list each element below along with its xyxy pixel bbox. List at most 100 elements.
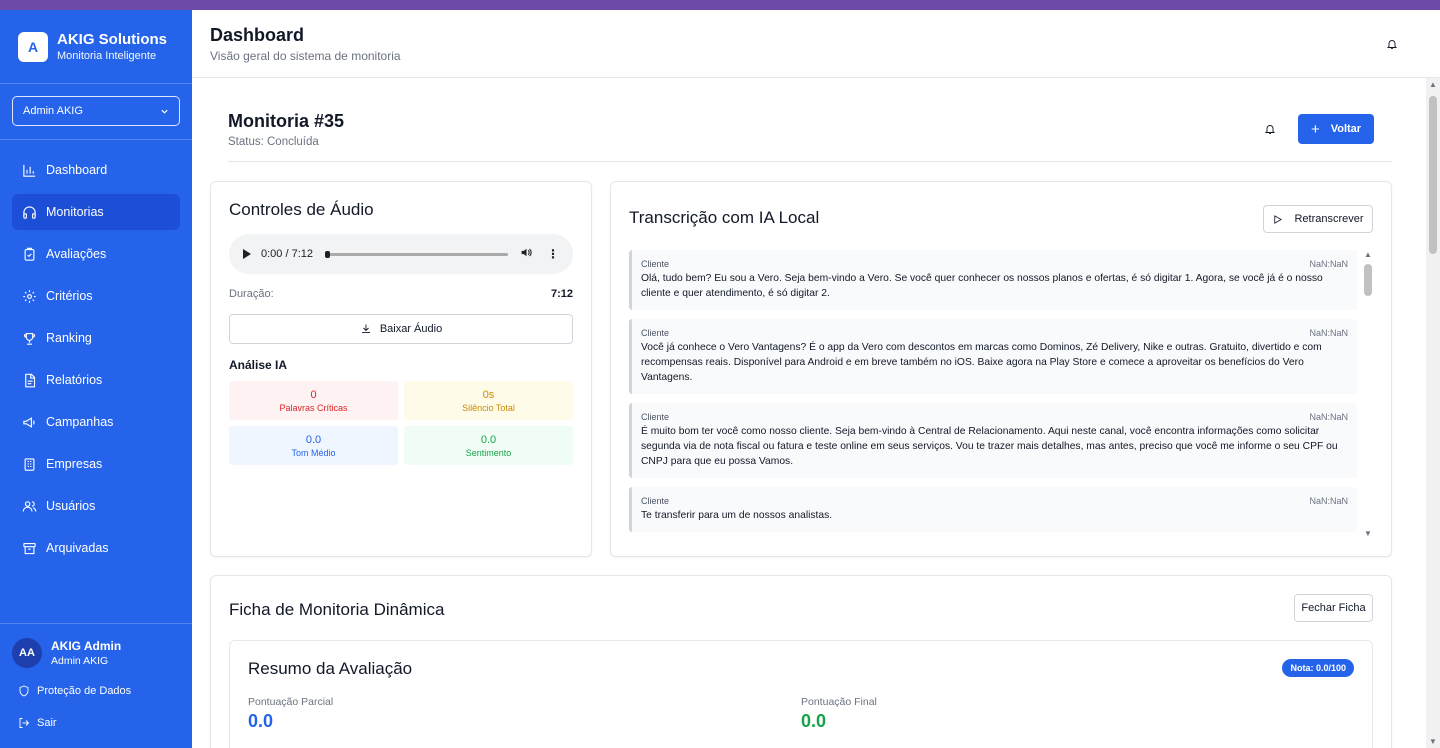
message-time: NaN:NaN [1309,496,1348,506]
logout-link[interactable]: Sair [12,712,180,734]
sidebar: A AKIG Solutions Monitoria Inteligente A… [0,10,192,748]
page-title: Dashboard [210,25,305,45]
audio-controls-card: Controles de Áudio 0:00 / 7:12 ⋮ Duração… [210,181,592,557]
message-text: É muito bom ter você como nosso cliente.… [641,426,1338,467]
duration-value: 7:12 [550,288,573,300]
final-score-label: Pontuação Final [801,696,877,708]
user-select[interactable]: Admin AKIG [12,96,180,126]
scroll-down-icon[interactable]: ▼ [1429,737,1437,746]
transcription-card: Transcrição com IA Local Retranscrever C… [610,181,1392,557]
plus-icon: + [1310,120,1320,138]
sidebar-nav: Dashboard Monitorias Avaliações Critério… [0,140,192,566]
metric-label: Sentimento [465,447,512,458]
monitoring-form-card: Ficha de Monitoria Dinâmica Fechar Ficha… [210,575,1392,748]
sidebar-item-arquivadas[interactable]: Arquivadas [12,530,180,566]
transcription-list[interactable]: Cliente NaN:NaN Olá, tudo bem? Eu sou a … [629,250,1375,538]
sidebar-item-label: Critérios [46,289,93,303]
ai-analysis-title: Análise IA [229,358,288,372]
brand-logo[interactable]: A [18,31,48,62]
message-time: NaN:NaN [1309,328,1348,338]
final-score: Pontuação Final 0.0 [801,696,1354,732]
partial-score: Pontuação Parcial 0.0 [248,696,801,732]
more-options-icon[interactable]: ⋮ [547,247,559,261]
monitoria-notifications-button[interactable] [1264,122,1276,140]
privacy-link[interactable]: Proteção de Dados [12,680,180,702]
bell-icon [1386,40,1398,49]
download-icon [361,324,370,333]
sidebar-item-usuarios[interactable]: Usuários [12,488,180,524]
evaluation-summary-title: Resumo da Avaliação [248,659,413,678]
sidebar-item-relatorios[interactable]: Relatórios [12,362,180,398]
clipboard-icon [21,246,37,262]
message-speaker: Cliente [641,412,670,422]
download-audio-button[interactable]: Baixar Áudio [229,314,573,344]
bar-chart-icon [21,162,37,178]
archive-icon [21,540,37,556]
transcript-message: Cliente NaN:NaN Você já conhece o Vero V… [629,319,1357,394]
scroll-thumb[interactable] [1364,264,1372,296]
notifications-button[interactable] [1386,37,1398,55]
metric-label: Silêncio Total [462,402,515,413]
sidebar-item-label: Ranking [46,331,92,345]
back-button-label: Voltar [1330,123,1362,135]
sidebar-item-campanhas[interactable]: Campanhas [12,404,180,440]
transcription-scrollbar[interactable]: ▲ ▼ [1361,250,1375,538]
logout-icon [19,718,30,728]
scroll-thumb[interactable] [1429,96,1437,254]
play-icon[interactable] [243,249,251,259]
scroll-down-icon[interactable]: ▼ [1364,529,1372,538]
brand-name: AKIG Solutions [57,30,167,48]
message-speaker: Cliente [641,328,670,338]
monitoria-title: Monitoria #35 [228,111,345,131]
scroll-up-icon[interactable]: ▲ [1429,80,1437,89]
player-time: 0:00 / 7:12 [261,248,313,260]
audio-seek-bar[interactable] [325,250,508,258]
volume-icon[interactable] [520,246,533,262]
evaluation-summary: Resumo da Avaliação Nota: 0.0/100 Pontua… [229,640,1373,748]
transcription-card-title: Transcrição com IA Local [629,208,820,227]
partial-score-value: 0.0 [248,711,274,731]
metric-total-silence: 0s Silêncio Total [404,381,573,420]
sidebar-item-label: Empresas [46,457,103,471]
monitoria-header: Monitoria #35 Status: Concluída + Voltar [228,110,1392,162]
play-icon [1274,214,1283,224]
audio-player[interactable]: 0:00 / 7:12 ⋮ [229,234,573,274]
sidebar-item-label: Avaliações [46,247,107,261]
message-speaker: Cliente [641,259,670,269]
sidebar-item-label: Monitorias [46,205,104,219]
sidebar-item-avaliacoes[interactable]: Avaliações [12,236,180,272]
sidebar-item-empresas[interactable]: Empresas [12,446,180,482]
duration-label: Duração: [229,288,274,300]
metric-value: 0.0 [480,433,497,446]
headphones-icon [21,204,37,220]
sidebar-item-dashboard[interactable]: Dashboard [12,152,180,188]
privacy-link-label: Proteção de Dados [37,685,132,697]
metric-value: 0s [482,388,495,401]
sidebar-item-ranking[interactable]: Ranking [12,320,180,356]
chevron-down-icon [161,109,168,114]
metric-critical-words: 0 Palavras Críticas [229,381,398,420]
shield-icon [19,685,29,697]
building-icon [21,456,37,472]
document-icon [21,372,37,388]
sidebar-item-label: Usuários [46,499,96,513]
transcript-message: Cliente NaN:NaN Te transferir para um de… [629,487,1357,532]
sidebar-item-label: Arquivadas [46,541,109,555]
window-top-stripe [0,0,1440,10]
page-header: Dashboard Visão geral do sistema de moni… [192,10,1440,78]
main-scrollbar[interactable]: ▲ ▼ [1426,78,1440,748]
retranscribe-button[interactable]: Retranscrever [1263,205,1373,233]
sidebar-item-criterios[interactable]: Critérios [12,278,180,314]
message-text: Olá, tudo bem? Eu sou a Vero. Seja bem-v… [641,273,1323,299]
bell-icon [1264,125,1276,134]
footer-user-name: AKIG Admin [51,638,122,653]
download-audio-label: Baixar Áudio [379,323,443,335]
avatar[interactable]: AA [12,638,42,668]
message-time: NaN:NaN [1309,259,1348,269]
sidebar-item-monitorias[interactable]: Monitorias [12,194,180,230]
close-form-button[interactable]: Fechar Ficha [1294,594,1373,622]
message-text: Te transferir para um de nossos analista… [641,510,833,521]
trophy-icon [21,330,37,346]
back-button[interactable]: + Voltar [1298,114,1374,144]
scroll-up-icon[interactable]: ▲ [1364,250,1372,259]
